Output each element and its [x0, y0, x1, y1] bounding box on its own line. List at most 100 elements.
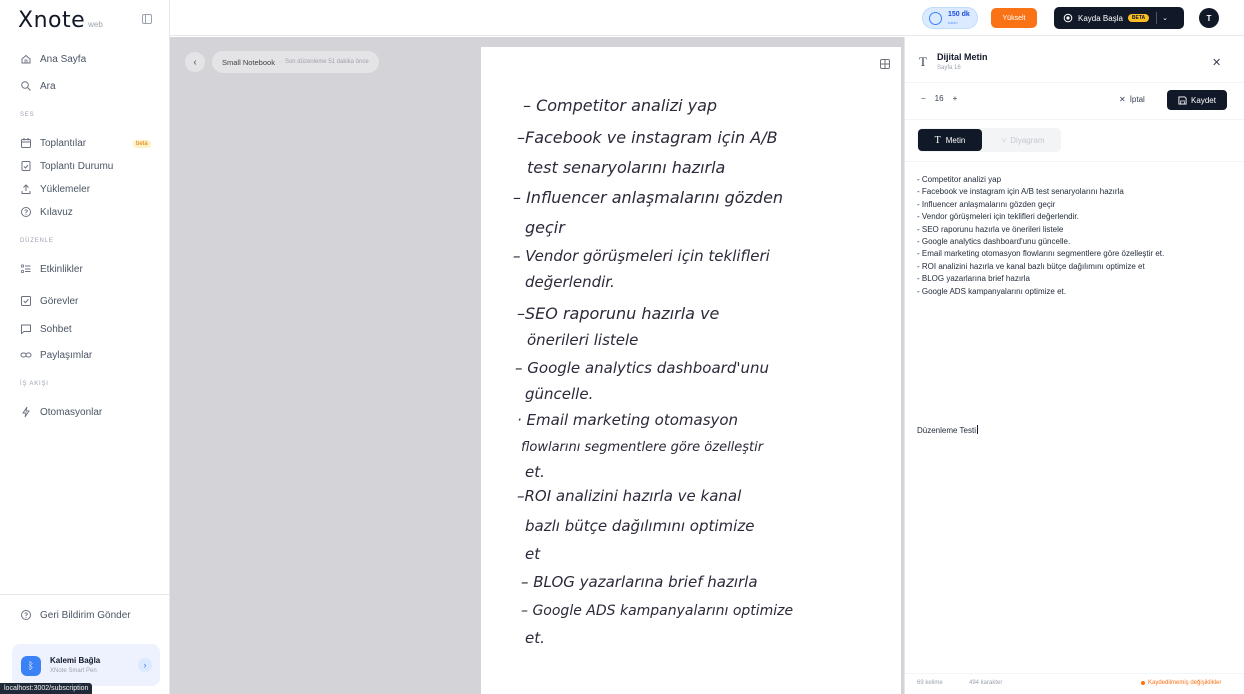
help-icon — [21, 207, 31, 217]
handwriting-layer: – Competitor analizi yap –Facebook ve in… — [513, 96, 793, 647]
credit-label: kalan — [948, 20, 958, 25]
handwriting-line: değerlendir. — [525, 273, 615, 291]
unsaved-dot-icon — [1141, 681, 1145, 685]
handwriting-line: et. — [525, 463, 545, 481]
brand[interactable]: Xnote web — [18, 8, 103, 33]
panel-subtitle: Sayfa 16 — [937, 65, 961, 71]
sidebar-item-otomasyonlar[interactable]: Otomasyonlar — [20, 404, 102, 420]
panel-divider — [905, 82, 1244, 83]
cancel-button[interactable]: ✕ İptal — [1119, 95, 1145, 104]
close-icon[interactable]: ✕ — [1212, 56, 1221, 69]
unsaved-changes-indicator: Kaydedilmemiş değişiklikler — [1141, 680, 1221, 686]
sidebar-item-yuklemeler[interactable]: Yüklemeler — [20, 181, 90, 197]
sidebar-item-label: Otomasyonlar — [40, 406, 103, 418]
upgrade-button[interactable]: Yükselt — [991, 8, 1037, 28]
save-label: Kaydet — [1191, 95, 1216, 105]
sidebar-item-label: Etkinlikler — [40, 263, 83, 275]
record-icon — [1063, 13, 1073, 23]
sidebar-item-ana-sayfa[interactable]: Ana Sayfa — [20, 51, 86, 67]
text-line: - BLOG yazarlarına brief hazırla — [917, 274, 1030, 284]
tab-metin[interactable]: T Metin — [918, 129, 982, 151]
lightning-icon — [22, 406, 30, 418]
credit-value: 150 dk — [948, 11, 970, 18]
credit-badge[interactable]: 150 dk kalan — [922, 7, 978, 29]
sidebar-item-label: Toplantılar — [40, 137, 87, 149]
test-text-line[interactable]: Düzenleme Testi — [917, 425, 978, 435]
save-button[interactable]: Kaydet — [1167, 90, 1227, 110]
panel-title: Dijital Metin — [937, 52, 988, 62]
brand-sub: web — [88, 20, 103, 29]
handwriting-line: – BLOG yazarlarına brief hazırla — [521, 573, 758, 591]
sidebar-item-label: Görevler — [40, 295, 79, 307]
pen-card-subtitle: XNote Smart Pen — [50, 668, 97, 674]
record-separator — [1156, 12, 1158, 24]
sidebar-item-kilavuz[interactable]: Kılavuz — [20, 204, 73, 220]
handwriting-line: – Competitor analizi yap — [523, 96, 717, 115]
handwriting-line: – Influencer anlaşmalarını gözden — [513, 188, 783, 207]
sidebar-item-label: Ara — [40, 80, 56, 92]
sidebar-item-label: Kılavuz — [40, 206, 73, 218]
checkbox-icon — [21, 296, 31, 306]
increase-font-button[interactable]: + — [953, 94, 958, 103]
sidebar-item-toplanti-durumu[interactable]: Toplantı Durumu — [20, 158, 113, 174]
tab-label: Diyagram — [1010, 135, 1045, 145]
record-label: Kayda Başla — [1078, 13, 1123, 23]
save-icon — [1178, 95, 1187, 105]
back-button[interactable]: ‹ — [185, 52, 205, 72]
notebook-page[interactable]: – Competitor analizi yap –Facebook ve in… — [481, 47, 901, 694]
avatar[interactable]: T — [1199, 8, 1219, 28]
home-icon — [21, 54, 31, 64]
notebook-name[interactable]: Small Notebook — [222, 58, 275, 67]
breadcrumb-separator: · — [278, 59, 281, 65]
decrease-font-button[interactable]: − — [921, 94, 926, 103]
panel-divider — [905, 161, 1244, 162]
section-label-is-akisi: İŞ AKIŞI — [20, 381, 49, 387]
sidebar-item-toplantilar[interactable]: Toplantılar — [20, 135, 86, 151]
panel-footer: 69 kelime 494 karakter Kaydedilmemiş değ… — [905, 673, 1244, 694]
panel-divider — [905, 119, 1244, 120]
text-line: - Influencer anlaşmalarını gözden geçir — [917, 199, 1056, 209]
clock-icon — [929, 12, 942, 25]
page-layout-icon[interactable] — [879, 58, 891, 70]
text-line: - Competitor analizi yap — [917, 175, 1002, 184]
handwriting-line: et. — [525, 629, 545, 647]
font-size-stepper: − 16 + — [921, 94, 957, 103]
text-line: - Google analytics dashboard'unu güncell… — [917, 237, 1071, 247]
sidebar-item-sohbet[interactable]: Sohbet — [20, 321, 72, 337]
chevron-right-icon[interactable]: › — [138, 658, 152, 672]
handwriting-line: flowlarını segmentlere göre özelleştir — [521, 440, 765, 455]
link-icon — [20, 352, 32, 358]
last-edit-time: Son düzenleme 51 dakika önce — [284, 59, 369, 65]
tab-diyagram[interactable]: ⑂ Diyagram — [987, 129, 1059, 151]
connect-pen-card[interactable]: ᛒ Kalemi Bağla XNote Smart Pen › — [12, 644, 160, 686]
handwriting-line: test senaryolarını hazırla — [527, 158, 725, 177]
status-bar-url: localhost:3002/subscription — [0, 683, 93, 694]
breadcrumb: Small Notebook · Son düzenleme 51 dakika… — [212, 51, 379, 73]
meeting-status-icon — [21, 161, 31, 171]
text-type-icon: T — [919, 54, 927, 69]
digital-text-editor[interactable]: - Competitor analizi yap - Facebook ve i… — [917, 174, 1237, 298]
feedback-button[interactable]: Geri Bildirim Gönder — [20, 609, 131, 621]
section-label-ses: SES — [20, 112, 35, 118]
chevron-down-icon[interactable]: ⌄ — [1162, 14, 1168, 22]
text-line: - Vendor görüşmeleri için teklifleri değ… — [917, 212, 1079, 222]
beta-badge: beta — [133, 140, 151, 148]
handwriting-line: et — [525, 545, 541, 563]
upload-icon — [21, 184, 31, 194]
handwriting-line: güncelle. — [525, 385, 593, 403]
tab-label: Metin — [945, 135, 966, 145]
font-size-value: 16 — [934, 94, 944, 103]
sidebar-item-ara[interactable]: Ara — [20, 78, 56, 94]
start-recording-button[interactable]: Kayda Başla BETA ⌄ — [1054, 7, 1184, 29]
sidebar-collapse-icon[interactable] — [141, 13, 153, 25]
sidebar-item-label: Ana Sayfa — [40, 53, 87, 65]
list-icon — [21, 264, 31, 273]
text-cursor — [977, 425, 978, 434]
sidebar-item-paylasimlar[interactable]: Paylaşımlar — [20, 347, 92, 363]
cancel-label: İptal — [1129, 95, 1145, 104]
word-count: 69 kelime — [917, 680, 943, 686]
sidebar-item-etkinlikler[interactable]: Etkinlikler — [20, 261, 83, 277]
sidebar-item-gorevler[interactable]: Görevler — [20, 293, 78, 309]
sidebar: Xnote web Ana Sayfa Ara SES Toplantılar … — [0, 0, 170, 694]
digital-text-panel: T Dijital Metin Sayfa 16 ✕ − 16 + ✕ İpta… — [904, 37, 1244, 694]
